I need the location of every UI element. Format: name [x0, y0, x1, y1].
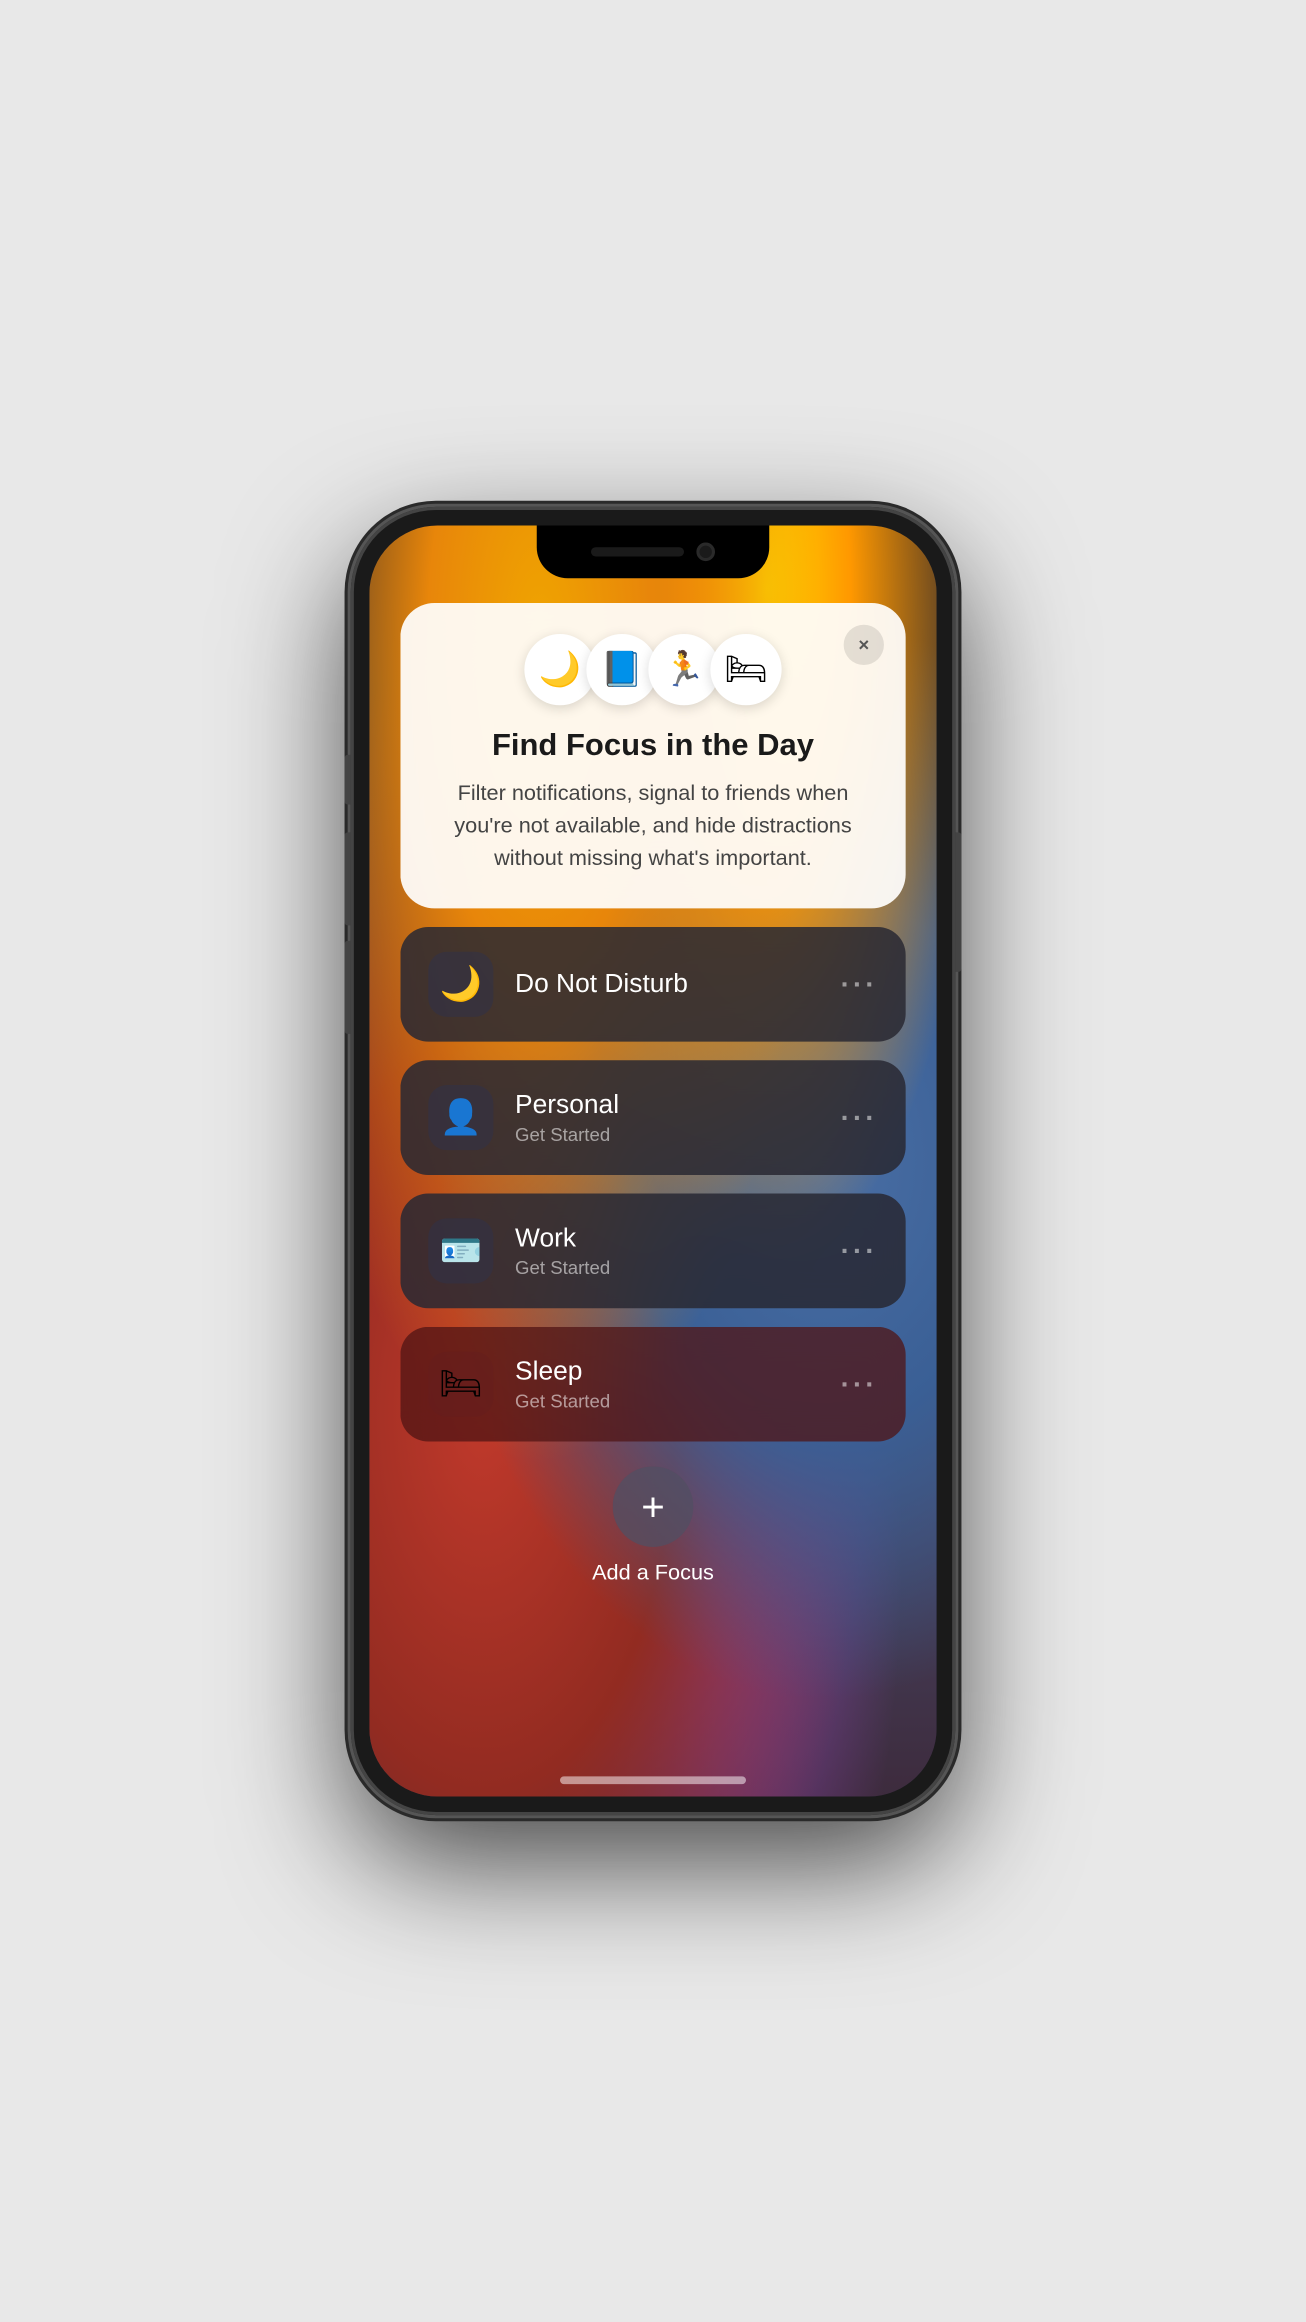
phone-screen: 🌙 📘 🏃 🛏 × Find Focus in the Day Filter n… — [369, 526, 936, 1797]
sleep-name: Sleep — [515, 1356, 819, 1388]
phone-wrapper: 🌙 📘 🏃 🛏 × Find Focus in the Day Filter n… — [351, 507, 956, 1815]
front-camera — [696, 543, 715, 562]
do-not-disturb-item[interactable]: 🌙 Do Not Disturb ··· — [400, 927, 905, 1042]
work-more[interactable]: ··· — [841, 1235, 878, 1268]
volume-down-button — [345, 941, 351, 1034]
work-name: Work — [515, 1223, 819, 1255]
add-focus-container: + Add a Focus — [400, 1466, 905, 1584]
volume-up-button — [345, 832, 351, 925]
work-text: Work Get Started — [515, 1223, 819, 1279]
focus-card-icons: 🌙 📘 🏃 🛏 — [434, 634, 871, 705]
do-not-disturb-more[interactable]: ··· — [841, 968, 878, 1001]
do-not-disturb-name: Do Not Disturb — [515, 968, 819, 1000]
bed-icon-circle: 🛏 — [710, 634, 781, 705]
home-indicator[interactable] — [560, 1776, 746, 1784]
focus-intro-card: 🌙 📘 🏃 🛏 × Find Focus in the Day Filter n… — [400, 603, 905, 908]
focus-card-description: Filter notifications, signal to friends … — [434, 777, 871, 875]
sleep-more[interactable]: ··· — [841, 1368, 878, 1401]
work-icon: 🪪 — [428, 1218, 493, 1283]
moon-icon: 🌙 — [428, 952, 493, 1017]
personal-icon: 👤 — [428, 1085, 493, 1150]
personal-item[interactable]: 👤 Personal Get Started ··· — [400, 1060, 905, 1175]
add-focus-label: Add a Focus — [592, 1559, 714, 1584]
notch — [537, 526, 770, 579]
do-not-disturb-text: Do Not Disturb — [515, 968, 819, 1000]
personal-name: Personal — [515, 1089, 819, 1121]
book-icon-circle: 📘 — [586, 634, 657, 705]
screen-content: 🌙 📘 🏃 🛏 × Find Focus in the Day Filter n… — [369, 526, 936, 1797]
add-focus-button[interactable]: + — [613, 1466, 694, 1547]
mute-button — [345, 755, 351, 805]
sleep-text: Sleep Get Started — [515, 1356, 819, 1412]
close-button[interactable]: × — [844, 625, 884, 665]
work-sub: Get Started — [515, 1257, 819, 1279]
focus-card-title: Find Focus in the Day — [434, 727, 871, 764]
power-button — [955, 832, 961, 972]
phone-frame: 🌙 📘 🏃 🛏 × Find Focus in the Day Filter n… — [351, 507, 956, 1815]
sleep-icon: 🛏 — [428, 1352, 493, 1417]
work-item[interactable]: 🪪 Work Get Started ··· — [400, 1194, 905, 1309]
personal-text: Personal Get Started — [515, 1089, 819, 1145]
sleep-sub: Get Started — [515, 1391, 819, 1413]
personal-more[interactable]: ··· — [841, 1101, 878, 1134]
speaker — [591, 547, 684, 556]
sleep-item[interactable]: 🛏 Sleep Get Started ··· — [400, 1327, 905, 1442]
moon-icon-circle: 🌙 — [524, 634, 595, 705]
run-icon-circle: 🏃 — [648, 634, 719, 705]
personal-sub: Get Started — [515, 1124, 819, 1146]
